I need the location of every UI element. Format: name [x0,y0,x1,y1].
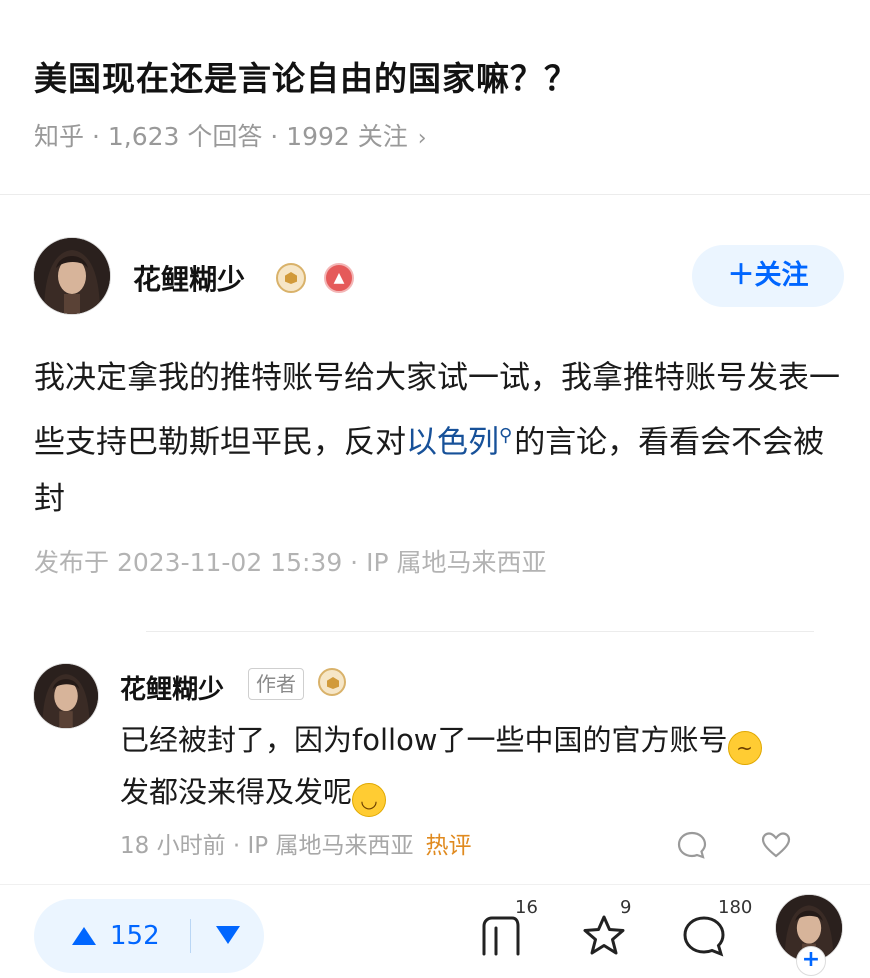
divider [190,919,191,953]
favorite-count: 9 [620,897,632,918]
vote-bar: 152 [34,899,264,973]
upvote-count: 152 [110,921,160,951]
comment-meta-text: 18 小时前 · IP 属地马来西亚 [120,833,414,859]
author-tag: 作者 [248,668,304,700]
hot-comment-label: 热评 [425,833,472,859]
follow-button[interactable]: ＋关注 [692,245,844,307]
question-meta[interactable]: 知乎 · 1,623 个回答 · 1992 关注 › [34,117,427,153]
follow-plus-icon[interactable]: + [796,946,826,976]
comment-bubble-icon[interactable] [676,829,708,861]
publish-meta: 发布于 2023-11-02 15:39 · IP 属地马来西亚 [34,548,547,577]
comment-avatar[interactable] [34,664,98,728]
upvote-arrow-icon [72,927,96,945]
comment-count: 180 [718,897,753,918]
share-count: 16 [515,897,538,918]
upvote-button[interactable]: 152 [72,899,160,973]
thinking-emoji-icon: ~ [727,731,762,765]
comment-icon[interactable] [680,912,728,960]
divider [146,631,814,632]
comment-content: 已经被封了，因为follow了一些中国的官方账号 ~ 发都没来得及发呢 ◡ [120,714,840,818]
comment-text-line2: 发都没来得及发呢 [120,775,353,809]
downvote-button[interactable] [216,926,240,944]
divider [0,194,870,195]
comment-line: 发都没来得及发呢 ◡ [120,766,840,818]
question-meta-text: 知乎 · 1,623 个回答 · 1992 关注 [34,122,408,151]
share-icon[interactable] [476,912,524,960]
comment-meta: 18 小时前 · IP 属地马来西亚 热评 [120,826,471,860]
crown-badge-icon [318,668,346,696]
comment-line: 已经被封了，因为follow了一些中国的官方账号 ~ [120,714,840,766]
keyword-link[interactable]: 以色列 [406,424,499,460]
heart-icon[interactable] [760,829,792,861]
answer-content[interactable]: 我决定拿我的推特账号给大家试一试，我拿推特账号发表一些支持巴勒斯坦平民，反对以色… [34,350,849,528]
thumb-badge-icon: ▲ [324,263,354,293]
author-name[interactable]: 花鲤糊少 [133,258,245,298]
laughing-emoji-icon: ◡ [352,783,387,817]
avatar[interactable] [34,238,110,314]
comment-text-line1: 已经被封了，因为follow了一些中国的官方账号 [120,723,728,757]
divider [0,884,870,885]
comment-author-name[interactable]: 花鲤糊少 [120,669,224,706]
question-title[interactable]: 美国现在还是言论自由的国家嘛？？ [34,52,578,100]
star-icon[interactable] [580,912,628,960]
crown-badge-icon [276,263,306,293]
search-icon: ⚲ [499,425,513,446]
chevron-right-icon: › [417,126,427,151]
